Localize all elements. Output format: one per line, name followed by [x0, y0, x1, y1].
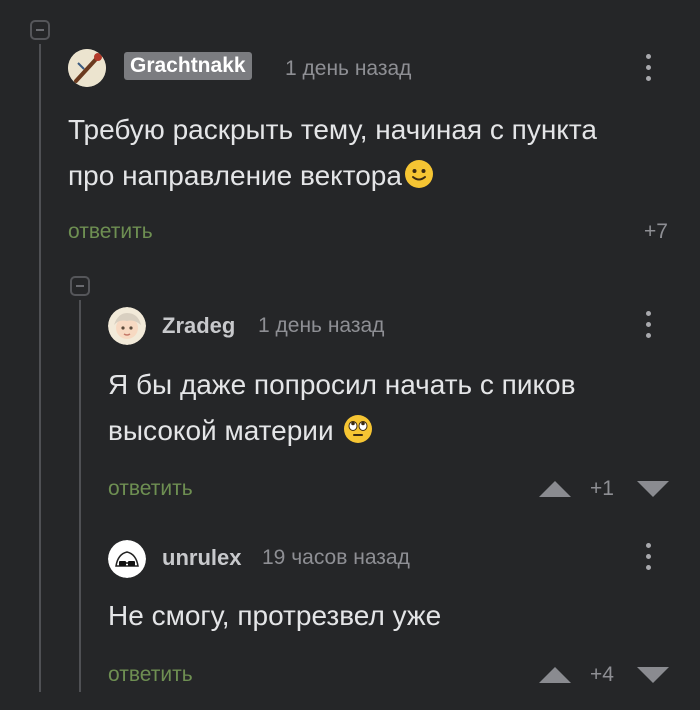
avatar-zradeg[interactable] — [108, 307, 146, 345]
username-unrulex[interactable]: unrulex — [162, 545, 241, 571]
collapse-thread-button-1[interactable] — [30, 20, 50, 40]
slight-smile-emoji-icon — [404, 160, 433, 188]
rating-value: +1 — [590, 477, 614, 500]
comment-time: 1 день назад — [258, 314, 385, 337]
reply-button[interactable]: ответить — [108, 663, 193, 687]
username-zradeg[interactable]: Zradeg — [162, 313, 235, 339]
downvote-icon[interactable] — [636, 480, 670, 498]
staff-avatar-icon — [68, 49, 106, 87]
username-grachtnakk[interactable]: Grachtnakk — [124, 52, 252, 80]
comment-text-line: высокой материи — [108, 415, 334, 446]
comment-text-line: Я бы даже попросил начать с пиков — [108, 369, 576, 400]
comment-time: 1 день назад — [285, 57, 412, 80]
rating-value: +7 — [644, 220, 668, 243]
downvote-icon[interactable] — [636, 666, 670, 684]
reply-button[interactable]: ответить — [108, 477, 193, 501]
girl-avatar-icon — [108, 307, 146, 345]
avatar-grachtnakk[interactable] — [68, 49, 106, 87]
comment-time: 19 часов назад — [262, 546, 410, 569]
collapse-thread-button-2[interactable] — [70, 276, 90, 296]
sunglasses-avatar-icon — [108, 540, 146, 578]
kebab-menu-icon[interactable] — [638, 540, 660, 574]
upvote-icon[interactable] — [538, 666, 572, 684]
kebab-menu-icon[interactable] — [638, 51, 660, 85]
upvote-icon[interactable] — [538, 480, 572, 498]
thread-line-level1 — [39, 44, 41, 692]
comment-text-line: Требую раскрыть тему, начиная с пункта — [68, 114, 597, 145]
comment-text-line-with-emoji: про направление вектора — [68, 153, 678, 199]
eye-roll-emoji-icon — [344, 415, 373, 443]
comment-text: Я бы даже попросил начать с пиков высоко… — [108, 362, 678, 454]
reply-button[interactable]: ответить — [68, 220, 153, 244]
thread-line-level2 — [79, 300, 81, 692]
comment-text-line: Не смогу, протрезвел уже — [108, 600, 442, 631]
avatar-unrulex[interactable] — [108, 540, 146, 578]
comment-text-line: про направление вектора — [68, 160, 402, 191]
comment-text: Требую раскрыть тему, начиная с пункта п… — [68, 107, 678, 199]
rating-value: +4 — [590, 663, 614, 686]
comment-text-line-with-emoji: высокой материи — [108, 408, 678, 454]
comment-thread: Grachtnakk 1 день назад Требую раскрыть … — [0, 0, 700, 710]
kebab-menu-icon[interactable] — [638, 308, 660, 342]
comment-text: Не смогу, протрезвел уже — [108, 593, 678, 639]
